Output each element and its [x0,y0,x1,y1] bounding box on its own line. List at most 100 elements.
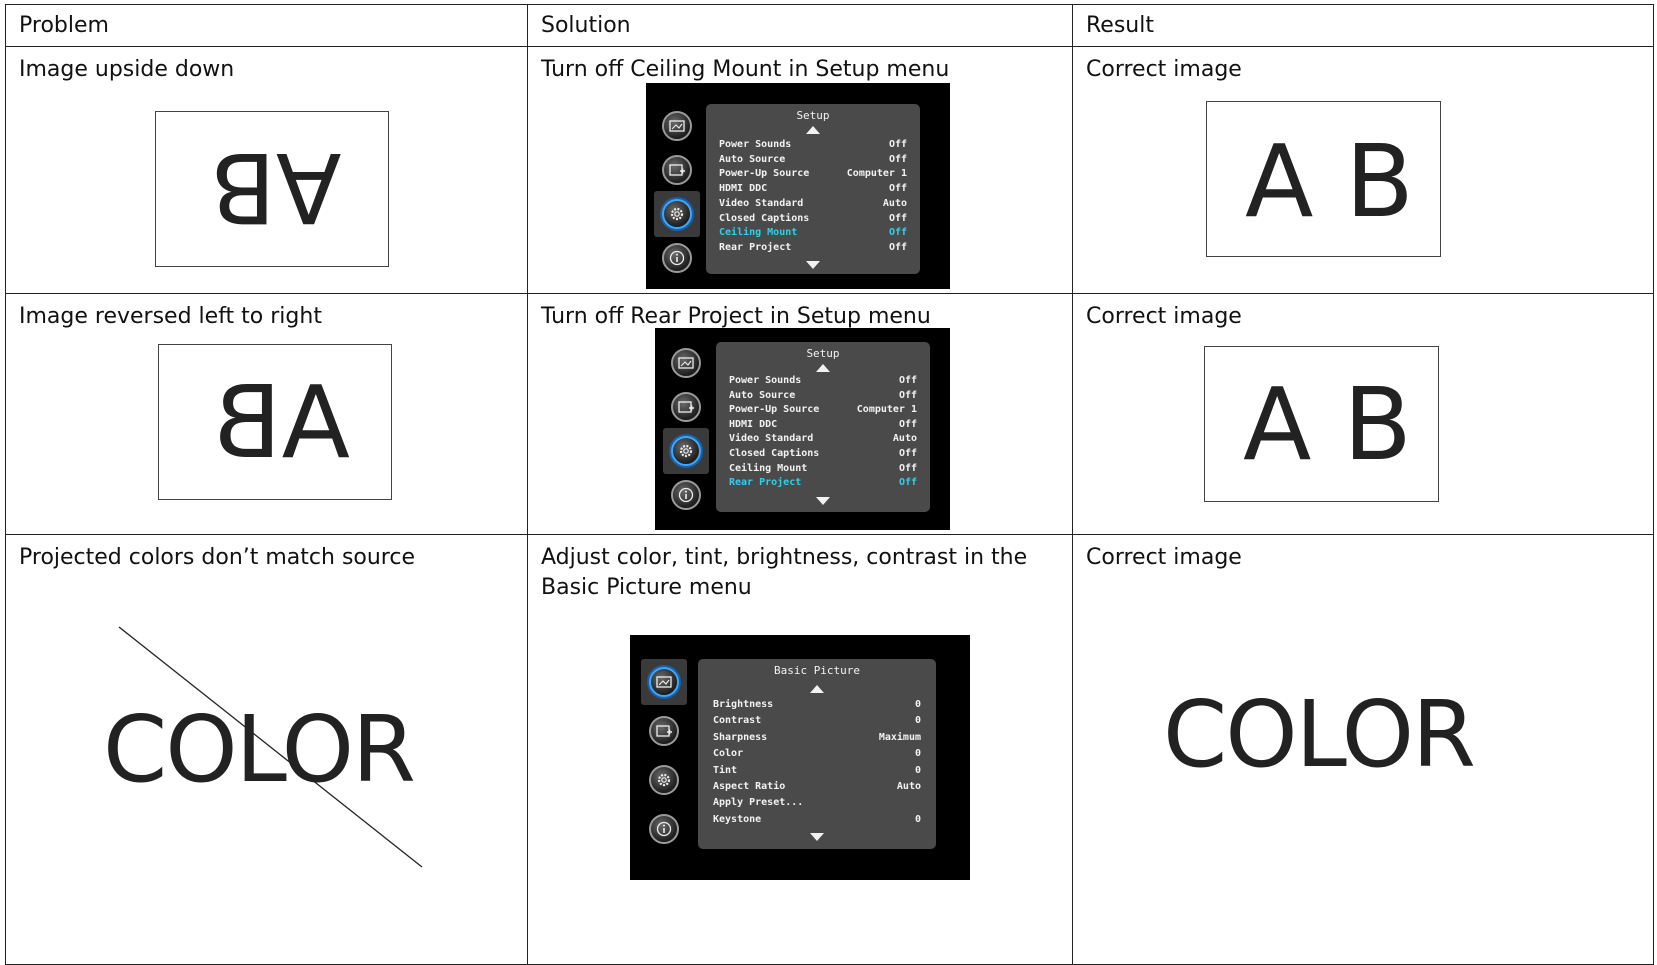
menu-item[interactable]: Ceiling Mount Off [719,227,907,239]
menu-item-value: Computer 1 [856,404,917,416]
picture-icon[interactable] [671,348,701,378]
menu-item-value: Off [888,227,907,239]
menu-item-label: Tint [713,764,738,776]
menu-item-value: Off [898,477,917,489]
menu-title: Basic Picture [773,664,861,677]
setup-menu-screenshot: Setup Power Sounds Off Auto Source Off Power-… [646,83,950,289]
menu-item-label: Color [713,748,744,760]
menu-item[interactable]: Contrast 0 [713,715,921,727]
header-solution: Solution [527,4,1073,47]
menu-item[interactable]: Rear Project Off [719,242,907,254]
menu-item-label: HDMI DDC [719,183,768,195]
correct-image-box: A B [1206,101,1441,257]
result-cell: Correct image COLOR [1072,534,1654,965]
menu-panel: Setup Power Sounds Off Auto Source Off Power-… [716,342,930,512]
menu-item[interactable]: Power Sounds Off [729,375,917,387]
menu-item[interactable]: Closed Captions Off [719,213,907,225]
reversed-ab: AB [213,364,351,481]
menu-item[interactable]: Aspect Ratio Auto [713,781,921,793]
info-icon[interactable] [662,243,692,273]
header-problem: Problem [5,4,528,47]
menu-item-value: Off [888,212,907,224]
result-text: Correct image [1086,545,1242,570]
menu-item[interactable]: Auto Source Off [719,154,907,166]
menu-item-label: Closed Captions [729,448,820,459]
scroll-up-arrow[interactable] [816,364,830,372]
info-icon[interactable] [649,814,679,844]
menu-item[interactable]: Apply Preset... [713,797,921,809]
picture-icon[interactable] [662,111,692,141]
solution-cell: Turn off Rear Project in Setup menu Setu… [527,293,1073,535]
menu-item-value: Off [888,241,907,253]
picture-add-icon[interactable] [671,392,701,422]
menu-item-value: Auto [882,197,907,209]
scroll-down-arrow[interactable] [810,833,824,841]
table-row: Image reversed left to right AB Turn off… [5,293,1654,535]
result-text: Correct image [1086,57,1242,82]
gear-icon[interactable] [649,765,679,795]
menu-item-label: Aspect Ratio [713,781,786,792]
menu-item[interactable]: Power-Up Source Computer 1 [719,168,907,180]
menu-item-label: Video Standard [719,197,804,209]
gear-icon[interactable] [662,199,692,229]
menu-item-label: Apply Preset... [713,797,804,809]
menu-item[interactable]: Power Sounds Off [719,139,907,151]
upside-down-ab: AB [210,131,342,243]
upside-down-image-box: AB [155,111,389,267]
menu-item[interactable]: Keystone 0 [713,814,921,826]
menu-item[interactable]: Rear Project Off [729,477,917,489]
scroll-down-arrow[interactable] [816,497,830,505]
menu-panel: Basic Picture Brightness 0 Contrast 0 Sharpne… [698,659,936,849]
menu-item[interactable]: HDMI DDC Off [729,419,917,431]
menu-item-label: Auto Source [729,389,796,401]
info-icon[interactable] [671,480,701,510]
result-cell: Correct image A B [1072,293,1654,535]
menu-item[interactable]: Brightness 0 [713,699,921,711]
menu-item-value: 0 [914,764,921,776]
correct-image-box: A B [1204,346,1439,502]
menu-item[interactable]: Video Standard Auto [719,198,907,210]
scroll-down-arrow[interactable] [806,261,820,269]
table-row: Projected colors don’t match source COLO… [5,534,1654,965]
menu-item-value: Off [888,139,907,150]
menu-item[interactable]: Video Standard Auto [729,433,917,445]
menu-item[interactable]: Power-Up Source Computer 1 [729,404,917,416]
scroll-up-arrow[interactable] [810,685,824,693]
problem-text: Image upside down [19,57,235,82]
menu-item-label: Contrast [713,715,762,727]
menu-item-value: Auto [892,433,917,445]
correct-ab: A B [1243,366,1412,483]
table-row: Image upside down AB Turn off Ceiling Mo… [5,46,1654,294]
picture-add-icon[interactable] [649,716,679,746]
menu-item[interactable]: Tint 0 [713,765,921,777]
menu-item[interactable]: Auto Source Off [729,390,917,402]
menu-item-value: 0 [914,715,921,727]
solution-cell: Turn off Ceiling Mount in Setup menu Set… [527,46,1073,294]
picture-icon[interactable] [649,667,679,697]
menu-item[interactable]: Sharpness Maximum [713,732,921,744]
reversed-image-box: AB [158,344,392,500]
menu-item[interactable]: Color 0 [713,748,921,760]
solution-text: Adjust color, tint, brightness, contrast… [541,545,1028,600]
menu-item-label: Video Standard [729,433,814,445]
problem-text: Image reversed left to right [19,304,322,329]
picture-add-icon[interactable] [662,155,692,185]
header-result: Result [1072,4,1654,47]
menu-item-label: Ceiling Mount [719,227,798,239]
menu-item-value: Off [898,448,917,459]
menu-item-label: Sharpness [713,731,768,743]
menu-item-value: Computer 1 [846,168,907,180]
scroll-up-arrow[interactable] [806,126,820,134]
solution-cell: Adjust color, tint, brightness, contrast… [527,534,1073,965]
menu-item-label: Power Sounds [719,139,792,150]
menu-item[interactable]: HDMI DDC Off [719,183,907,195]
setup-menu-screenshot: Setup Power Sounds Off Auto Source Off Power-… [655,328,950,530]
menu-item[interactable]: Closed Captions Off [729,448,917,460]
menu-item-label: Brightness [713,699,774,710]
solution-text: Turn off Ceiling Mount in Setup menu [541,57,950,82]
problem-cell: Image reversed left to right AB [5,293,528,535]
header-row: Problem Solution Result [5,4,1654,47]
correct-ab: A B [1245,123,1414,240]
menu-item[interactable]: Ceiling Mount Off [729,463,917,475]
gear-icon[interactable] [671,436,701,466]
